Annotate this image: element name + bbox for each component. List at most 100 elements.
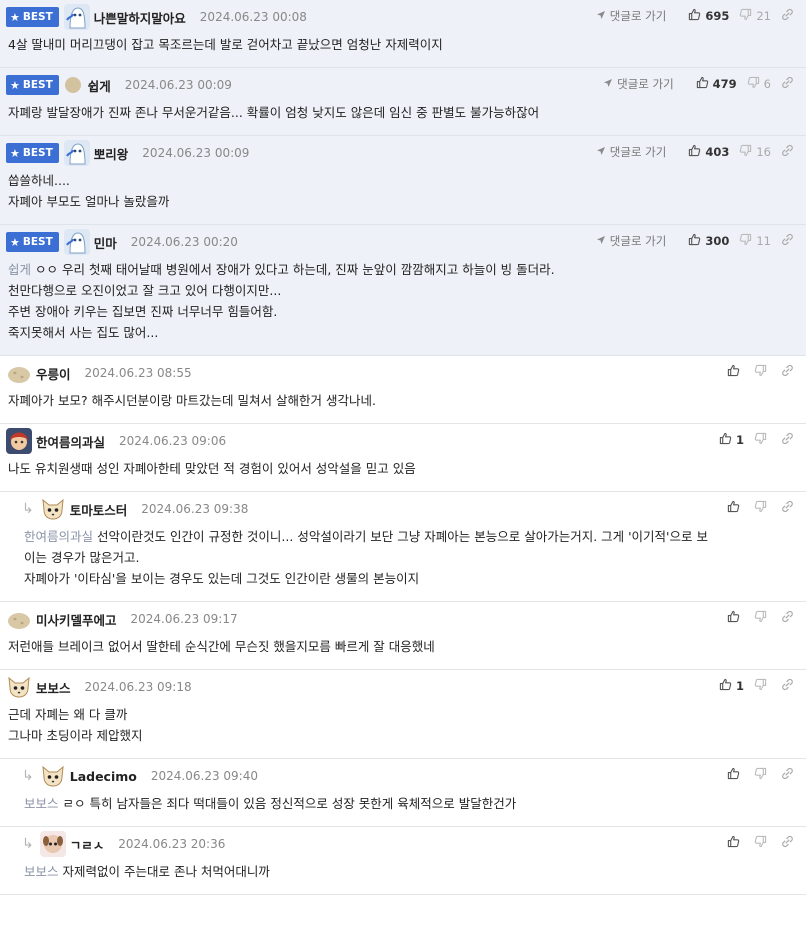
author-nickname[interactable]: 우릉이 <box>36 364 71 383</box>
mention-tag[interactable]: 한여름의과실 <box>24 529 93 544</box>
downvote-button[interactable] <box>754 678 771 694</box>
comment-text: 자폐아가 보모? 해주시던분이랑 마트갔는데 밀쳐서 살해한거 생각나네. <box>8 393 376 408</box>
thumbs-up-icon <box>727 500 744 516</box>
comment-line: 자폐아가 '이타심'을 보이는 경우도 있는데 그것도 인간이란 생물의 본능이… <box>24 568 798 589</box>
link-icon <box>781 144 798 160</box>
potato-avatar-icon[interactable] <box>6 606 32 632</box>
comment-header: ↳ 토마토스터 2024.06.23 09:38 <box>16 492 806 526</box>
comment-line: 자폐랑 발달장애가 진짜 존나 무서운거같음... 확률이 엄청 낮지도 않은데… <box>8 102 798 123</box>
comment-header: 우릉이 2024.06.23 08:55 <box>0 356 806 390</box>
upvote-button[interactable]: 695 <box>688 8 729 24</box>
copy-link-button[interactable] <box>781 500 798 516</box>
comment-actions <box>717 498 798 518</box>
downvote-button[interactable] <box>754 767 771 783</box>
downvote-button[interactable]: 6 <box>747 76 771 92</box>
comment-text: 근데 자폐는 왜 다 클까 <box>8 707 128 722</box>
upvote-button[interactable]: 403 <box>688 144 729 160</box>
author-nickname[interactable]: 보보스 <box>36 678 71 697</box>
comment-text: 그나마 초딩이라 제압했지 <box>8 728 143 743</box>
downvote-button[interactable] <box>754 835 771 851</box>
ghost-avatar-icon[interactable] <box>63 4 90 30</box>
cat-avatar-icon[interactable] <box>39 763 66 789</box>
author-nickname[interactable]: 민마 <box>94 233 117 252</box>
author-nickname[interactable]: 한여름의과실 <box>36 432 105 451</box>
dog-avatar-icon[interactable] <box>39 831 66 857</box>
author-nickname[interactable]: 나쁜말하지말아요 <box>94 8 186 27</box>
reply-comment: ↳ 토마토스터 2024.06.23 09:38 한여름의과실 선악이란것도 인간이 규… <box>0 492 806 602</box>
mention-tag[interactable]: 보보스 <box>24 796 59 811</box>
cat-avatar-icon[interactable] <box>39 496 66 522</box>
mention-tag[interactable]: 보보스 <box>24 864 59 879</box>
upvote-button[interactable]: 1 <box>719 432 744 448</box>
downvote-button[interactable]: 16 <box>739 144 771 160</box>
downvote-button[interactable] <box>754 364 771 380</box>
comment-line: 4살 딸내미 머리끄댕이 잡고 목조르는데 발로 걷어차고 끝났으면 엄청난 자… <box>8 34 798 55</box>
comment-body: 저런애들 브레이크 없어서 딸한테 순식간에 무슨짓 했을지모름 빠르게 잘 대… <box>0 636 806 669</box>
goto-comment-label: 댓글로 가기 <box>609 145 667 159</box>
upvote-button[interactable] <box>727 364 744 380</box>
downvote-button[interactable] <box>754 432 771 448</box>
tan-dot-avatar-icon[interactable] <box>64 76 82 94</box>
link-icon <box>781 432 798 448</box>
goto-comment-link[interactable]: 댓글로 가기 <box>603 76 674 92</box>
copy-link-button[interactable] <box>781 678 798 694</box>
comment-line: 주변 장애아 키우는 집보면 진짜 너무너무 힘들어함. <box>8 301 798 322</box>
link-icon <box>781 233 798 249</box>
thumbs-up-icon <box>688 233 705 249</box>
thumbs-up-icon <box>727 767 744 783</box>
copy-link-button[interactable] <box>781 76 798 92</box>
copy-link-button[interactable] <box>781 835 798 851</box>
thumbs-up-icon <box>688 144 705 160</box>
copy-link-button[interactable] <box>781 767 798 783</box>
downvote-button[interactable] <box>754 610 771 626</box>
goto-comment-link[interactable]: 댓글로 가기 <box>596 144 667 160</box>
upvote-button[interactable] <box>727 767 744 783</box>
comment-text: ㄹㅇ 특히 남자들은 죄다 떡대들이 있음 정신적으로 성장 못한게 육체적으로… <box>62 796 517 811</box>
author-nickname[interactable]: 쉽게 <box>88 76 111 95</box>
upvote-button[interactable]: 479 <box>696 76 737 92</box>
comment-text: ㅇㅇ 우리 첫째 태어날때 병원에서 장애가 있다고 하는데, 진짜 눈앞이 깜… <box>35 262 555 277</box>
cat-avatar-icon[interactable] <box>6 674 32 700</box>
potato-avatar-icon[interactable] <box>6 360 32 386</box>
reply-arrow-icon: ↳ <box>22 836 34 852</box>
upvote-button[interactable]: 1 <box>719 678 744 694</box>
comment-body: 한여름의과실 선악이란것도 인간이 규정한 것이니... 성악설이라기 보단 그냥… <box>16 526 806 601</box>
comment-line: 천만다행으로 오진이었고 잘 크고 있어 다행이지만... <box>8 280 798 301</box>
comment-actions <box>717 765 798 785</box>
copy-link-button[interactable] <box>781 364 798 380</box>
comment-actions: 댓글로 가기 695 21 <box>596 6 798 26</box>
downvote-button[interactable]: 21 <box>739 8 771 24</box>
ghost-avatar-icon[interactable] <box>63 140 90 166</box>
link-icon <box>781 500 798 516</box>
copy-link-button[interactable] <box>781 432 798 448</box>
comment-text: 자폐아가 '이타심'을 보이는 경우도 있는데 그것도 인간이란 생물의 본능이… <box>24 571 420 586</box>
downvote-count: 21 <box>756 9 771 23</box>
author-nickname[interactable]: 뽀리왕 <box>94 144 129 163</box>
link-icon <box>781 364 798 380</box>
goto-comment-link[interactable]: 댓글로 가기 <box>596 233 666 249</box>
author-nickname[interactable]: ㄱㄹㅅ <box>70 835 105 854</box>
author-nickname[interactable]: 미사키델푸에고 <box>36 610 117 629</box>
character-avatar-icon[interactable] <box>6 428 32 454</box>
comment-text: 주변 장애아 키우는 집보면 진짜 너무너무 힘들어함. <box>8 304 278 319</box>
ghost-avatar-icon[interactable] <box>63 229 90 255</box>
upvote-button[interactable] <box>727 835 744 851</box>
goto-comment-link[interactable]: 댓글로 가기 <box>596 8 666 24</box>
thumbs-down-icon <box>739 144 756 160</box>
copy-link-button[interactable] <box>781 233 798 249</box>
author-nickname[interactable]: 토마토스터 <box>70 500 128 519</box>
comment-text: 씁쓸하네.... <box>8 173 70 188</box>
upvote-button[interactable] <box>727 610 744 626</box>
author-nickname[interactable]: Ladecimo <box>70 769 137 784</box>
reply-comment: ↳ Ladecimo 2024.06.23 09:40 보보스 ㄹㅇ 특히 남자들은 죄… <box>0 759 806 827</box>
copy-link-button[interactable] <box>781 610 798 626</box>
upvote-button[interactable] <box>727 500 744 516</box>
downvote-button[interactable] <box>754 500 771 516</box>
upvote-button[interactable]: 300 <box>688 233 729 249</box>
copy-link-button[interactable] <box>781 144 798 160</box>
mention-tag[interactable]: 쉽게 <box>8 262 31 277</box>
send-icon <box>603 77 617 91</box>
copy-link-button[interactable] <box>781 8 798 24</box>
downvote-button[interactable]: 11 <box>739 233 771 249</box>
thumbs-up-icon <box>727 610 744 626</box>
